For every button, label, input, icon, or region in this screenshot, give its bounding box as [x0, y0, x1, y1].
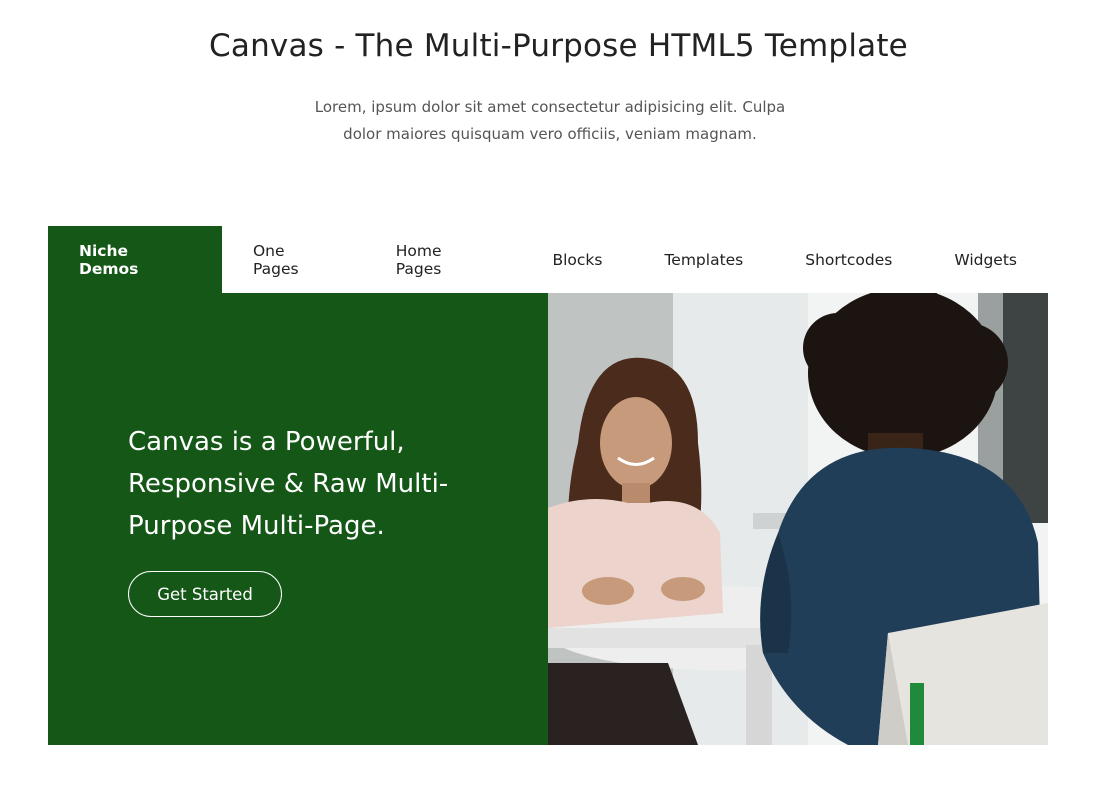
get-started-button[interactable]: Get Started — [128, 571, 282, 617]
page-subtitle: Lorem, ipsum dolor sit amet consectetur … — [314, 98, 786, 143]
tab-home-pages[interactable]: Home Pages — [365, 226, 522, 293]
panel-title: Canvas is a Powerful, Responsive & Raw M… — [128, 427, 449, 541]
tab-shortcodes[interactable]: Shortcodes — [774, 226, 923, 293]
panel-text-area: Canvas is a Powerful, Responsive & Raw M… — [48, 293, 548, 745]
tab-templates[interactable]: Templates — [633, 226, 774, 293]
page: Canvas - The Multi-Purpose HTML5 Templat… — [0, 0, 1117, 785]
tab-blocks[interactable]: Blocks — [521, 226, 633, 293]
tab-bar: Niche Demos One Pages Home Pages Blocks … — [48, 226, 1048, 293]
tab-widgets[interactable]: Widgets — [923, 226, 1048, 293]
page-title: Canvas - The Multi-Purpose HTML5 Templat… — [209, 28, 908, 64]
two-women-conversation-photo — [548, 293, 1048, 745]
panel-image — [548, 293, 1048, 745]
tab-panel: Canvas is a Powerful, Responsive & Raw M… — [48, 293, 1048, 745]
tab-niche-demos[interactable]: Niche Demos — [48, 226, 222, 293]
tab-one-pages[interactable]: One Pages — [222, 226, 365, 293]
